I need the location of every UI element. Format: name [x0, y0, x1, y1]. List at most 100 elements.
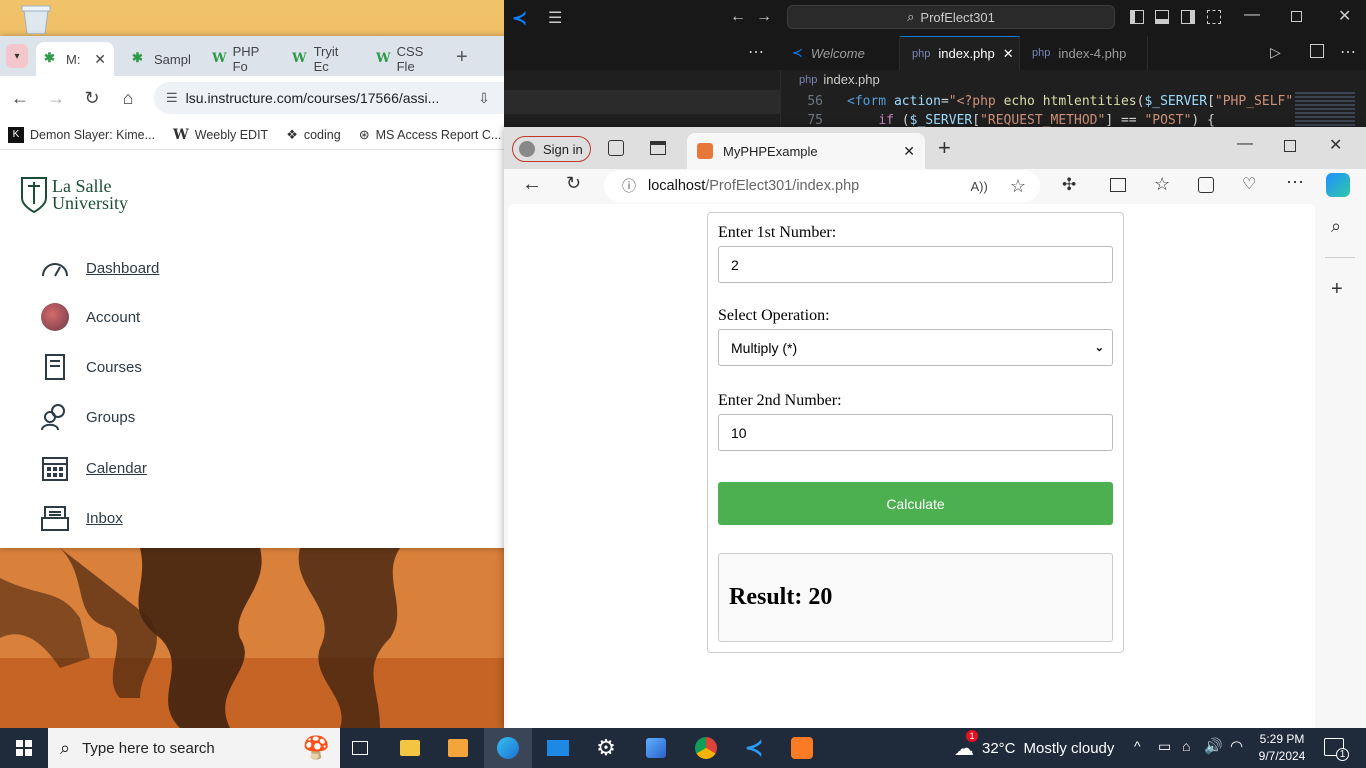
- run-icon[interactable]: ▷: [1270, 44, 1281, 61]
- chevron-up-icon[interactable]: ^: [1134, 738, 1141, 754]
- microsoft-store-icon[interactable]: [434, 728, 482, 768]
- edge-taskbar-icon[interactable]: [484, 728, 532, 768]
- toggle-sidebar-icon[interactable]: [1130, 10, 1144, 24]
- vscode-taskbar-icon[interactable]: ≺: [730, 728, 778, 768]
- breadcrumb[interactable]: php index.php: [799, 72, 880, 87]
- reload-icon[interactable]: ↻: [566, 173, 581, 194]
- task-view-icon[interactable]: [336, 728, 384, 768]
- search-icon: ⌕: [907, 9, 915, 24]
- vscode-command-center[interactable]: ⌕ ProfElect301: [787, 5, 1115, 29]
- chrome-tab-4[interactable]: W CSS Fle: [368, 42, 448, 76]
- read-aloud-icon[interactable]: A)): [971, 179, 988, 194]
- recycle-bin-icon[interactable]: [14, 4, 58, 35]
- code-line: if ($_SERVER["REQUEST_METHOD"] == "POST"…: [878, 113, 1215, 128]
- split-screen-icon[interactable]: [1110, 178, 1126, 192]
- new-tab-icon[interactable]: +: [456, 46, 468, 69]
- forward-icon[interactable]: →: [756, 8, 772, 26]
- bookmark-item[interactable]: W Weebly EDIT: [173, 127, 268, 143]
- split-editor-icon[interactable]: [1310, 44, 1324, 58]
- tab-search-icon[interactable]: ▾: [6, 44, 28, 68]
- reload-icon[interactable]: ↻: [74, 80, 110, 116]
- maximize-icon[interactable]: [1291, 11, 1302, 22]
- minimize-icon[interactable]: —: [1237, 135, 1253, 153]
- close-window-icon[interactable]: ✕: [1338, 6, 1351, 26]
- edge-tab-active[interactable]: MyPHPExample ✕: [687, 133, 925, 169]
- minimize-icon[interactable]: —: [1244, 6, 1260, 24]
- bookmark-item[interactable]: ⊛ MS Access Report C...: [359, 127, 502, 143]
- chrome-tab-0[interactable]: ✱ M: ✕: [36, 42, 114, 76]
- toggle-panel-icon[interactable]: [1155, 10, 1169, 24]
- home-icon[interactable]: ⌂: [110, 80, 146, 116]
- more-actions-icon[interactable]: ⋯: [748, 42, 764, 62]
- weather-widget[interactable]: ☁ 1 32°C Mostly cloudy: [954, 730, 1114, 761]
- operation-select[interactable]: Multiply (*) ⌄: [718, 329, 1113, 366]
- chrome-tab-1[interactable]: ✱ Sampl: [124, 42, 200, 76]
- chrome-tab-2[interactable]: W PHP Fo: [204, 42, 280, 76]
- usb-device-icon[interactable]: ⌂: [1182, 738, 1190, 754]
- more-actions-icon[interactable]: ⋯: [1340, 42, 1356, 62]
- workspaces-icon[interactable]: [608, 140, 624, 156]
- file-explorer-icon[interactable]: [386, 728, 434, 768]
- xampp-taskbar-icon[interactable]: [778, 728, 826, 768]
- clock[interactable]: 5:29 PM 9/7/2024: [1254, 731, 1310, 765]
- taskbar-search-box[interactable]: ⌕ Type here to search 🍄: [48, 728, 340, 768]
- editor[interactable]: php index.php 56 <form action="<?php echo…: [780, 70, 1366, 128]
- settings-gear-icon[interactable]: ⚙: [582, 728, 630, 768]
- close-tab-icon[interactable]: ✕: [94, 51, 106, 68]
- volume-icon[interactable]: 🔊: [1204, 737, 1223, 755]
- bookmark-item[interactable]: ❖ coding: [286, 127, 341, 143]
- mail-icon[interactable]: [534, 728, 582, 768]
- photos-icon[interactable]: [632, 728, 680, 768]
- back-icon[interactable]: ←: [522, 173, 542, 196]
- tab-index-php[interactable]: php index.php ✕: [900, 36, 1020, 70]
- info-icon[interactable]: ⓘ: [622, 176, 636, 196]
- tab-actions-icon[interactable]: [650, 141, 666, 155]
- search-icon[interactable]: ⌕: [1331, 216, 1341, 237]
- extensions-icon[interactable]: ✣: [1062, 175, 1076, 195]
- browser-essentials-icon[interactable]: ♡: [1242, 174, 1256, 194]
- new-tab-icon[interactable]: +: [938, 135, 951, 161]
- first-number-input[interactable]: 2: [718, 246, 1113, 283]
- tab-index-4-php[interactable]: php index-4.php: [1020, 36, 1148, 70]
- customize-layout-icon[interactable]: [1207, 10, 1221, 24]
- bookmark-item[interactable]: K Demon Slayer: Kime...: [8, 126, 155, 143]
- chrome-taskbar-icon[interactable]: [682, 728, 730, 768]
- favorites-icon[interactable]: ☆: [1154, 174, 1170, 195]
- forward-icon[interactable]: →: [38, 80, 74, 116]
- add-icon[interactable]: +: [1331, 278, 1343, 301]
- nav-calendar[interactable]: Calendar: [40, 453, 147, 483]
- menu-icon[interactable]: ☰: [548, 8, 562, 28]
- nav-inbox[interactable]: Inbox: [40, 503, 123, 533]
- site-info-icon[interactable]: ☰: [166, 90, 178, 106]
- back-icon[interactable]: ←: [730, 8, 746, 26]
- back-icon[interactable]: ←: [2, 80, 38, 116]
- install-app-icon[interactable]: ⇩: [478, 90, 490, 107]
- settings-more-icon[interactable]: ⋯: [1286, 172, 1304, 193]
- close-tab-icon[interactable]: ✕: [903, 143, 915, 160]
- calculate-button[interactable]: Calculate: [718, 482, 1113, 525]
- la-salle-logo[interactable]: La Salle University: [20, 176, 128, 214]
- collections-icon[interactable]: [1198, 177, 1214, 193]
- battery-icon[interactable]: ▭: [1158, 738, 1171, 755]
- tab-welcome[interactable]: ≺ Welcome: [780, 36, 900, 70]
- toggle-secondary-sidebar-icon[interactable]: [1181, 10, 1195, 24]
- second-number-input[interactable]: 10: [718, 414, 1113, 451]
- close-window-icon[interactable]: ✕: [1329, 135, 1342, 155]
- notification-center-icon[interactable]: 1: [1324, 738, 1349, 761]
- maximize-icon[interactable]: [1284, 140, 1296, 152]
- sign-in-button[interactable]: Sign in: [512, 136, 591, 162]
- nav-account[interactable]: Account: [40, 302, 140, 332]
- copilot-icon[interactable]: [1326, 173, 1350, 197]
- divider: [1325, 257, 1355, 258]
- nav-courses[interactable]: Courses: [40, 352, 142, 382]
- minimap[interactable]: [1295, 92, 1355, 128]
- nav-dashboard[interactable]: Dashboard: [40, 253, 159, 283]
- edge-address-bar[interactable]: ⓘ localhost/ProfElect301/index.php A)) ☆: [604, 170, 1040, 202]
- nav-groups[interactable]: Groups: [40, 402, 135, 432]
- chrome-tab-3[interactable]: W Tryit Ec: [284, 42, 364, 76]
- windows-start-icon[interactable]: [0, 728, 48, 768]
- favorite-star-icon[interactable]: ☆: [1010, 176, 1026, 197]
- wifi-icon[interactable]: ◠: [1230, 737, 1243, 755]
- close-tab-icon[interactable]: ✕: [1003, 46, 1014, 62]
- chrome-address-bar[interactable]: ☰ lsu.instructure.com/courses/17566/assi…: [154, 82, 552, 114]
